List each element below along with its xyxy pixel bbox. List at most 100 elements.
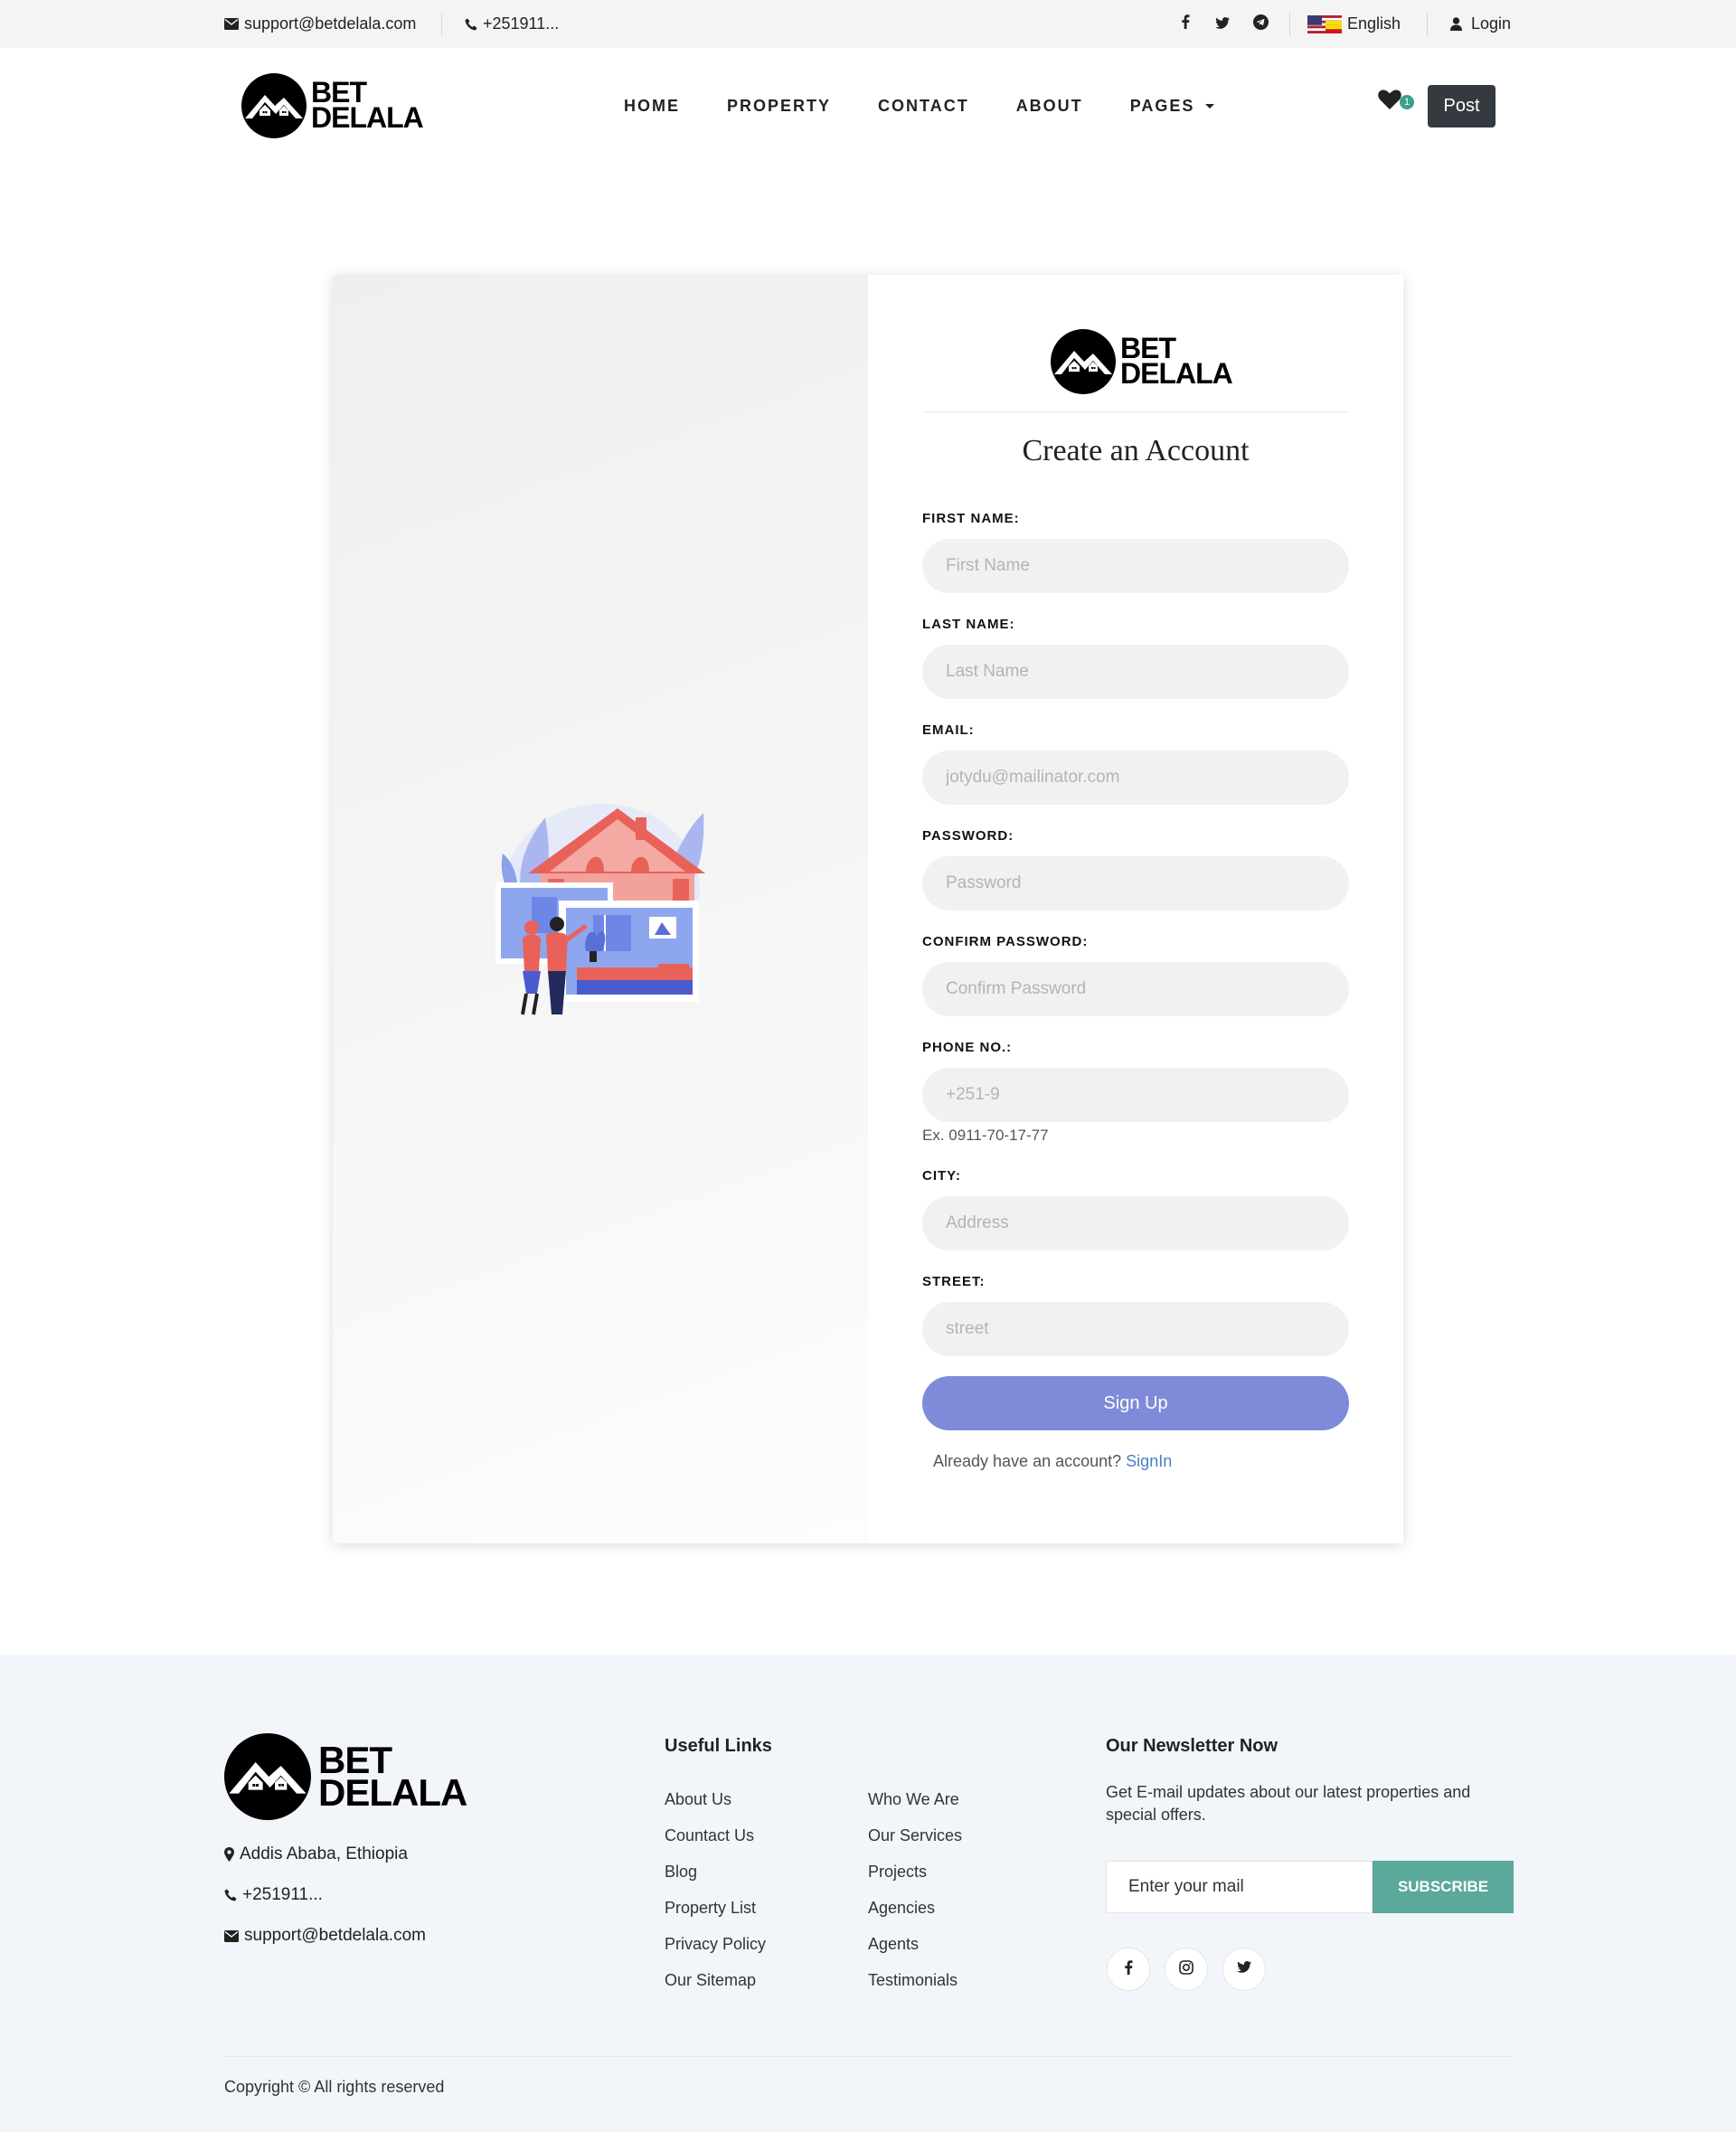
copyright-text: Copyright © All rights reserved [224,2078,445,2096]
topbar-divider [1427,13,1428,36]
footer-link-agents[interactable]: Agents [868,1935,919,1954]
topbar-phone-text: +251911... [483,14,560,33]
logo-line-2: DELALA [311,101,424,134]
form-logo: BET DELALA [1051,329,1233,394]
logo-mark [224,1733,311,1820]
login-label: Login [1471,14,1512,33]
register-card: BET DELALA Create an Account FIRST NAME:… [333,275,1403,1543]
topbar-email-text: support@betdelala.com [244,14,417,33]
envelope-icon [224,1929,239,1942]
telegram-icon [1253,14,1269,34]
topbar-email[interactable]: support@betdelala.com [224,0,416,48]
email-input[interactable] [922,750,1349,805]
main-nav: HOME PROPERTY CONTACT ABOUT PAGES [624,48,1261,164]
envelope-icon [224,18,239,30]
have-account-label: Already have an account? [933,1452,1122,1470]
footer-link-our-services[interactable]: Our Services [868,1826,962,1845]
first-name-input[interactable] [922,539,1349,593]
top-bar: support@betdelala.com +251911... English… [0,0,1736,48]
phone-icon [465,18,477,31]
language-selector[interactable]: English [1307,0,1401,48]
footer-address-text: Addis Ababa, Ethiopia [240,1844,408,1863]
footer-link-property-list[interactable]: Property List [665,1899,756,1918]
footer-email-text: support@betdelala.com [244,1926,426,1945]
have-account-text: Already have an account? SignIn [933,1452,1172,1471]
caret-down-icon [1205,103,1215,108]
last-name-input[interactable] [922,645,1349,699]
register-form-panel: BET DELALA Create an Account FIRST NAME:… [868,275,1403,1543]
nav-pages[interactable]: PAGES [1130,97,1215,116]
subscribe-button[interactable]: SUBSCRIBE [1373,1861,1514,1913]
logo-text: BET DELALA [1120,335,1233,390]
twitter-icon [1237,1961,1251,1977]
nav-contact[interactable]: CONTACT [878,97,969,116]
email-label: EMAIL: [922,722,975,738]
logo-line-2: DELALA [1120,357,1233,390]
phone-input[interactable] [922,1068,1349,1122]
footer-address: Addis Ababa, Ethiopia [224,1844,408,1864]
footer-email[interactable]: support@betdelala.com [224,1926,426,1946]
sign-in-link[interactable]: SignIn [1126,1452,1172,1470]
footer-phone[interactable]: +251911... [224,1885,323,1905]
favorites-count-badge: 1 [1400,95,1414,109]
language-label: English [1347,14,1401,33]
first-name-label: FIRST NAME: [922,511,1020,526]
confirm-password-label: CONFIRM PASSWORD: [922,934,1089,949]
newsletter-text: Get E-mail updates about our latest prop… [1106,1783,1471,1824]
footer-link-projects[interactable]: Projects [868,1863,927,1882]
confirm-password-input[interactable] [922,962,1349,1016]
topbar-divider [1289,13,1290,36]
nav-pages-label: PAGES [1129,96,1195,115]
sign-up-button[interactable]: Sign Up [922,1376,1349,1430]
footer-logo[interactable]: BET DELALA [224,1733,467,1820]
footer-link-about-us[interactable]: About Us [665,1790,731,1809]
heart-icon [1378,90,1401,113]
post-button[interactable]: Post [1428,85,1495,127]
nav-home[interactable]: HOME [624,97,680,116]
twitter-link[interactable] [1215,0,1230,48]
house-illustration [495,799,712,1030]
password-label: PASSWORD: [922,828,1014,844]
topbar-phone[interactable]: +251911... [465,0,559,48]
footer-divider [224,2056,1514,2057]
nav-about[interactable]: ABOUT [1016,97,1083,116]
flag-icon [1307,14,1342,33]
telegram-link[interactable] [1253,0,1269,48]
form-divider [922,411,1349,412]
footer-phone-text: +251911... [242,1885,323,1904]
city-input[interactable] [922,1196,1349,1250]
footer-link-who-we-are[interactable]: Who We Are [868,1790,959,1809]
street-label: STREET: [922,1274,986,1289]
footer-link-agencies[interactable]: Agencies [868,1899,935,1918]
last-name-label: LAST NAME: [922,617,1015,632]
logo-text: BET DELALA [318,1741,467,1811]
footer-twitter-button[interactable] [1222,1948,1266,1991]
facebook-icon [1181,14,1190,33]
nav-property[interactable]: PROPERTY [727,97,831,116]
footer-link-testimonials[interactable]: Testimonials [868,1971,958,1990]
logo-mark [1051,329,1116,394]
footer-instagram-button[interactable] [1165,1948,1208,1991]
footer-link-contact-us[interactable]: Countact Us [665,1826,754,1845]
useful-links-heading: Useful Links [665,1736,772,1756]
footer-link-blog[interactable]: Blog [665,1863,697,1882]
footer-link-privacy-policy[interactable]: Privacy Policy [665,1935,766,1954]
footer-link-sitemap[interactable]: Our Sitemap [665,1971,756,1990]
street-input[interactable] [922,1302,1349,1356]
header-logo[interactable]: BET DELALA [241,73,424,138]
form-title: Create an Account [1022,434,1250,467]
newsletter-heading: Our Newsletter Now [1106,1736,1278,1756]
newsletter-email-input[interactable] [1106,1861,1373,1913]
footer-facebook-button[interactable] [1107,1948,1150,1991]
favorites-button[interactable] [1378,90,1401,114]
facebook-link[interactable] [1181,0,1190,48]
logo-mark [241,73,307,138]
logo-text: BET DELALA [311,79,424,134]
facebook-icon [1124,1959,1133,1979]
password-input[interactable] [922,856,1349,910]
login-link[interactable]: Login [1450,0,1511,48]
instagram-icon [1179,1959,1194,1979]
phone-help-text: Ex. 0911-70-17-77 [922,1127,1049,1144]
city-label: CITY: [922,1168,962,1184]
card-illustration-panel [333,275,868,1543]
